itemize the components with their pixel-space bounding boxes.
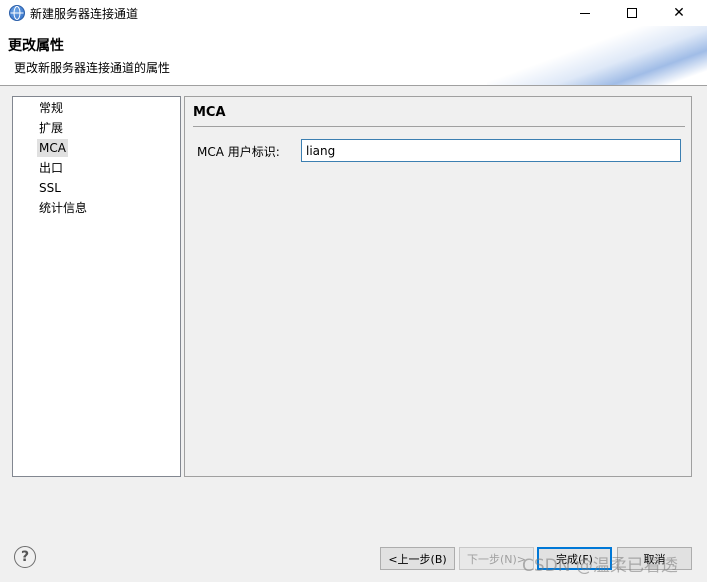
cancel-button[interactable]: 取消 [617, 547, 692, 570]
property-panel: MCA MCA 用户标识: [184, 96, 692, 477]
window-title: 新建服务器连接通道 [30, 7, 139, 21]
close-button[interactable]: ✕ [656, 0, 702, 26]
minimize-icon [580, 12, 590, 14]
nav-item-ssl[interactable]: SSL [37, 179, 63, 197]
mca-user-id-input[interactable] [301, 139, 681, 162]
finish-button[interactable]: 完成(F) [537, 547, 612, 570]
globe-icon [9, 5, 25, 21]
maximize-icon [627, 8, 637, 18]
help-button[interactable]: ? [14, 546, 36, 568]
property-page-list: 常规 扩展 MCA 出口 SSL 统计信息 [12, 96, 181, 477]
page-title: 更改属性 [8, 38, 64, 54]
header-banner-graphic [487, 26, 707, 85]
panel-title: MCA [193, 105, 226, 120]
nav-item-extended[interactable]: 扩展 [37, 119, 65, 137]
nav-item-statistics[interactable]: 统计信息 [37, 199, 89, 217]
maximize-button[interactable] [609, 0, 655, 26]
back-button[interactable]: <上一步(B) [380, 547, 455, 570]
close-icon: ✕ [673, 5, 685, 21]
help-icon: ? [20, 549, 30, 565]
dialog-header: 更改属性 更改新服务器连接通道的属性 [0, 26, 707, 85]
nav-item-mca[interactable]: MCA [37, 139, 68, 157]
panel-divider [193, 126, 685, 127]
page-subtitle: 更改新服务器连接通道的属性 [14, 61, 171, 75]
nav-item-general[interactable]: 常规 [37, 99, 65, 117]
minimize-button[interactable] [562, 0, 608, 26]
nav-item-exits[interactable]: 出口 [37, 159, 65, 177]
header-divider [0, 85, 707, 86]
title-bar: 新建服务器连接通道 ✕ [0, 0, 707, 26]
next-button[interactable]: 下一步(N)> [459, 547, 534, 570]
mca-user-id-label: MCA 用户标识: [197, 145, 280, 159]
